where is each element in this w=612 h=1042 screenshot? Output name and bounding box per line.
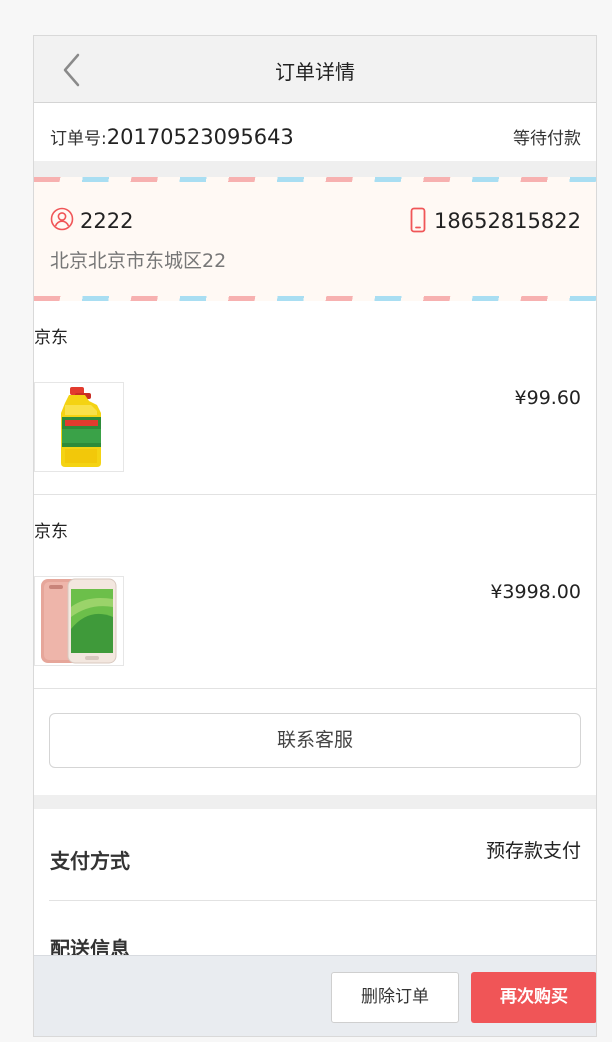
contact-service-button[interactable]: 联系客服 xyxy=(49,713,581,768)
address-card: 2222 18652815822 北京北京市东城区22 xyxy=(34,177,596,301)
smartphone-image[interactable] xyxy=(34,576,124,666)
oil-bottle-image[interactable] xyxy=(34,382,124,472)
product-row[interactable]: ¥3998.00 xyxy=(34,555,596,689)
shop-header[interactable]: 京东 xyxy=(34,495,596,557)
receiver-name: 2222 xyxy=(80,209,134,233)
buy-again-button[interactable]: 再次购买 xyxy=(471,972,596,1023)
order-number-label: 订单号: xyxy=(50,129,107,149)
nav-header: 订单详情 xyxy=(34,36,596,103)
order-info-section: 支付方式 预存款支付 配送信息 xyxy=(34,809,596,961)
user-icon xyxy=(50,207,74,231)
receiver-phone: 18652815822 xyxy=(434,209,581,233)
page-title: 订单详情 xyxy=(275,60,355,84)
order-number-block: 订单号:20170523095643 xyxy=(50,124,294,149)
payment-method-label: 支付方式 xyxy=(50,849,130,873)
mobile-phone-icon xyxy=(410,207,426,233)
shop-name: 京东 xyxy=(34,328,68,348)
section-gap xyxy=(34,161,596,177)
payment-method-value: 预存款支付 xyxy=(485,840,581,862)
product-row[interactable]: ¥99.60 xyxy=(34,361,596,495)
order-status: 等待付款 xyxy=(513,129,581,149)
shop-name: 京东 xyxy=(34,522,68,542)
product-price: ¥3998.00 xyxy=(490,581,581,603)
phone-frame: 订单详情 订单号:20170523095643 等待付款 2222 186528… xyxy=(33,35,597,1037)
shop-header[interactable]: 京东 xyxy=(34,301,596,363)
section-gap xyxy=(34,795,596,809)
order-number: 20170523095643 xyxy=(106,125,294,149)
contact-area: 联系客服 xyxy=(34,689,596,795)
bottom-action-bar: 删除订单 再次购买 xyxy=(34,955,596,1036)
delete-order-button[interactable]: 删除订单 xyxy=(331,972,459,1023)
receiver-address: 北京北京市东城区22 xyxy=(50,250,227,272)
order-number-row: 订单号:20170523095643 等待付款 xyxy=(34,104,596,161)
divider xyxy=(49,900,596,901)
product-price: ¥99.60 xyxy=(514,387,581,409)
airmail-stripe-top xyxy=(34,177,596,182)
